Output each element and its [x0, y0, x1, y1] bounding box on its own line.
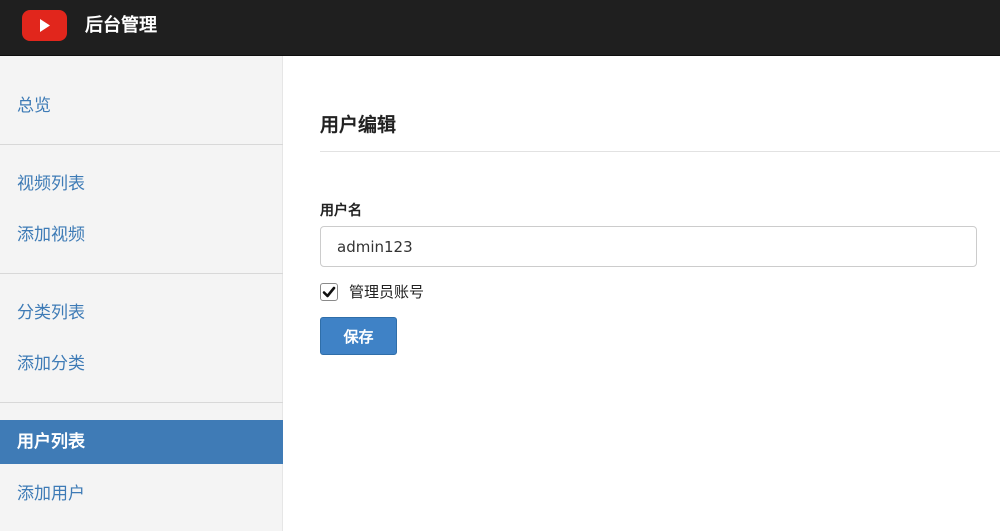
page-title: 用户编辑: [320, 114, 397, 136]
save-button[interactable]: 保存: [320, 317, 397, 355]
sidebar-item-add-category[interactable]: 添加分类: [0, 342, 283, 386]
main-content: 用户编辑 用户名 管理员账号 保存: [283, 56, 1000, 531]
title-divider: [320, 151, 1000, 152]
sidebar-item-add-user[interactable]: 添加用户: [0, 472, 283, 516]
play-icon[interactable]: [22, 10, 67, 41]
sidebar-divider: [0, 402, 283, 403]
sidebar-item-category-list[interactable]: 分类列表: [0, 291, 283, 335]
sidebar: 总览 视频列表 添加视频 分类列表 添加分类 用户列表 添加用户: [0, 56, 283, 531]
admin-account-label[interactable]: 管理员账号: [349, 282, 424, 302]
username-label: 用户名: [320, 203, 362, 219]
sidebar-divider: [0, 144, 283, 145]
top-bar: 后台管理: [0, 0, 1000, 56]
sidebar-item-overview[interactable]: 总览: [0, 84, 283, 128]
sidebar-item-user-list[interactable]: 用户列表: [0, 420, 283, 464]
sidebar-item-add-video[interactable]: 添加视频: [0, 213, 283, 257]
sidebar-item-video-list[interactable]: 视频列表: [0, 162, 283, 206]
sidebar-divider: [0, 273, 283, 274]
checkmark-icon: [322, 286, 336, 298]
username-input[interactable]: [320, 226, 977, 267]
admin-account-checkbox[interactable]: [320, 283, 338, 301]
app-title: 后台管理: [85, 15, 157, 36]
